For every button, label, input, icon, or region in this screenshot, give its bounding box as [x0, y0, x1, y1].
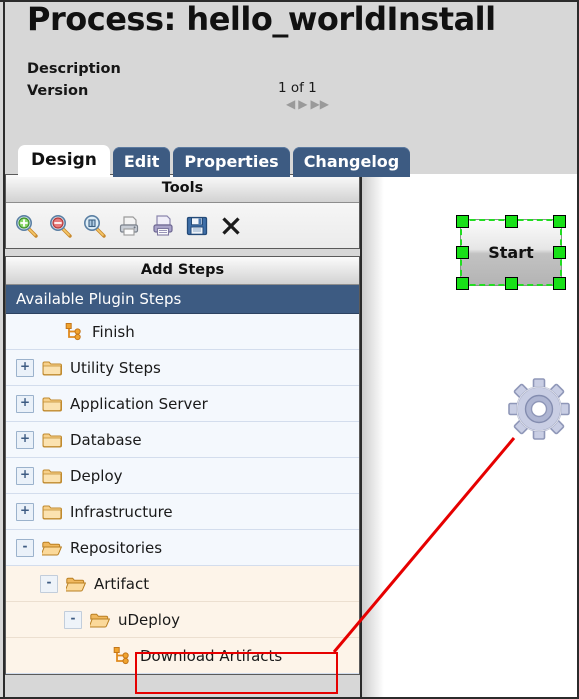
tree-row-label: Infrastructure: [70, 502, 173, 521]
tree-toggle-collapse[interactable]: -: [16, 538, 34, 557]
tree-row-database[interactable]: + Database: [6, 422, 359, 458]
tree-toggle-expand[interactable]: +: [16, 394, 34, 413]
tree-row-finish[interactable]: Finish: [6, 314, 359, 350]
tab-bar: Design Edit Properties Changelog: [18, 145, 411, 177]
resize-handle-e[interactable]: [553, 246, 566, 259]
tree-row-label: uDeploy: [118, 610, 181, 629]
resize-handle-w[interactable]: [456, 246, 469, 259]
next-version-icon[interactable]: ▶: [298, 98, 307, 110]
folder-open-icon: [90, 612, 110, 628]
resize-handle-se[interactable]: [553, 277, 566, 290]
available-plugin-steps-tree: Available Plugin Steps Finish + Utility St…: [5, 285, 360, 675]
zoom-out-icon[interactable]: [48, 213, 74, 239]
version-pager: 1 of 1 ◀ ▶ ▶▶: [278, 80, 398, 110]
zoom-in-icon[interactable]: [14, 213, 40, 239]
tree-toggle-collapse[interactable]: -: [40, 574, 58, 593]
tab-edit[interactable]: Edit: [112, 147, 171, 177]
tree-row-label: Application Server: [70, 394, 208, 413]
resize-handle-ne[interactable]: [553, 215, 566, 228]
tree-row-download-artifacts[interactable]: Download Artifacts: [6, 638, 359, 674]
tree-row-repositories[interactable]: - Repositories: [6, 530, 359, 566]
process-editor-page: Process: hello_worldInstall Description …: [0, 0, 579, 699]
canvas-divider: [360, 174, 362, 697]
folder-closed-icon: [42, 360, 62, 376]
tree-row-label: Deploy: [70, 466, 123, 485]
zoom-fit-icon[interactable]: [82, 213, 108, 239]
process-meta: Description Version: [27, 58, 121, 102]
tree-header: Available Plugin Steps: [6, 285, 359, 314]
tree-row-udeploy[interactable]: - uDeploy: [6, 602, 359, 638]
tree-row-label: Download Artifacts: [140, 646, 283, 665]
page-frame-left: [3, 0, 5, 699]
tree-toggle-collapse[interactable]: -: [64, 610, 82, 629]
tools-toolbar: [6, 203, 359, 248]
resize-handle-s[interactable]: [504, 277, 518, 290]
step-icon: [112, 646, 132, 665]
tree-row-utility-steps[interactable]: + Utility Steps: [6, 350, 359, 386]
tree-toggle-expand[interactable]: +: [16, 358, 34, 377]
tree-row-label: Utility Steps: [70, 358, 161, 377]
tree-body: Finish + Utility Steps + Application Server +…: [6, 314, 359, 674]
save-icon[interactable]: [184, 213, 210, 239]
add-steps-panel: Add Steps: [5, 256, 360, 285]
tools-panel-title: Tools: [6, 175, 359, 203]
tools-panel: Tools: [5, 174, 360, 249]
folder-closed-icon: [42, 468, 62, 484]
tab-design[interactable]: Design: [18, 145, 110, 177]
tree-toggle-expand[interactable]: +: [16, 430, 34, 449]
resize-handle-n[interactable]: [504, 215, 518, 228]
version-label: Version: [27, 83, 89, 99]
tree-row-label: Finish: [92, 322, 135, 341]
delete-icon[interactable]: [218, 213, 244, 239]
add-steps-panel-title: Add Steps: [6, 257, 359, 285]
tree-row-label: Artifact: [94, 574, 150, 593]
step-icon: [64, 322, 84, 341]
tree-row-label: Repositories: [70, 538, 163, 557]
gear-icon: [505, 375, 573, 443]
folder-closed-icon: [42, 396, 62, 412]
resize-handle-sw[interactable]: [456, 277, 469, 290]
tree-row-label: Database: [70, 430, 142, 449]
version-count: 1 of 1: [278, 80, 317, 96]
last-version-icon[interactable]: ▶▶: [310, 98, 328, 110]
prev-version-icon[interactable]: ◀: [286, 98, 295, 110]
folder-closed-icon: [42, 432, 62, 448]
print-preview-icon[interactable]: [150, 213, 176, 239]
page-frame-top: [0, 0, 579, 2]
start-node-selection-outline: [460, 219, 562, 286]
page-title: Process: hello_worldInstall: [27, 0, 496, 38]
tree-toggle-expand[interactable]: +: [16, 502, 34, 521]
folder-open-icon: [42, 540, 62, 556]
tree-row-application-server[interactable]: + Application Server: [6, 386, 359, 422]
tree-row-infrastructure[interactable]: + Infrastructure: [6, 494, 359, 530]
left-panel-column: Tools Add Steps Available Plugin Steps F…: [5, 174, 360, 675]
tree-toggle-expand[interactable]: +: [16, 466, 34, 485]
version-nav: ◀ ▶ ▶▶: [286, 98, 398, 110]
tree-row-artifact[interactable]: - Artifact: [6, 566, 359, 602]
tab-changelog[interactable]: Changelog: [292, 147, 411, 177]
start-node[interactable]: Start: [456, 215, 566, 290]
print-icon[interactable]: [116, 213, 142, 239]
tree-row-deploy[interactable]: + Deploy: [6, 458, 359, 494]
folder-closed-icon: [42, 504, 62, 520]
tab-properties[interactable]: Properties: [173, 147, 290, 177]
description-label: Description: [27, 61, 121, 77]
folder-open-icon: [66, 576, 86, 592]
resize-handle-nw[interactable]: [456, 215, 469, 228]
